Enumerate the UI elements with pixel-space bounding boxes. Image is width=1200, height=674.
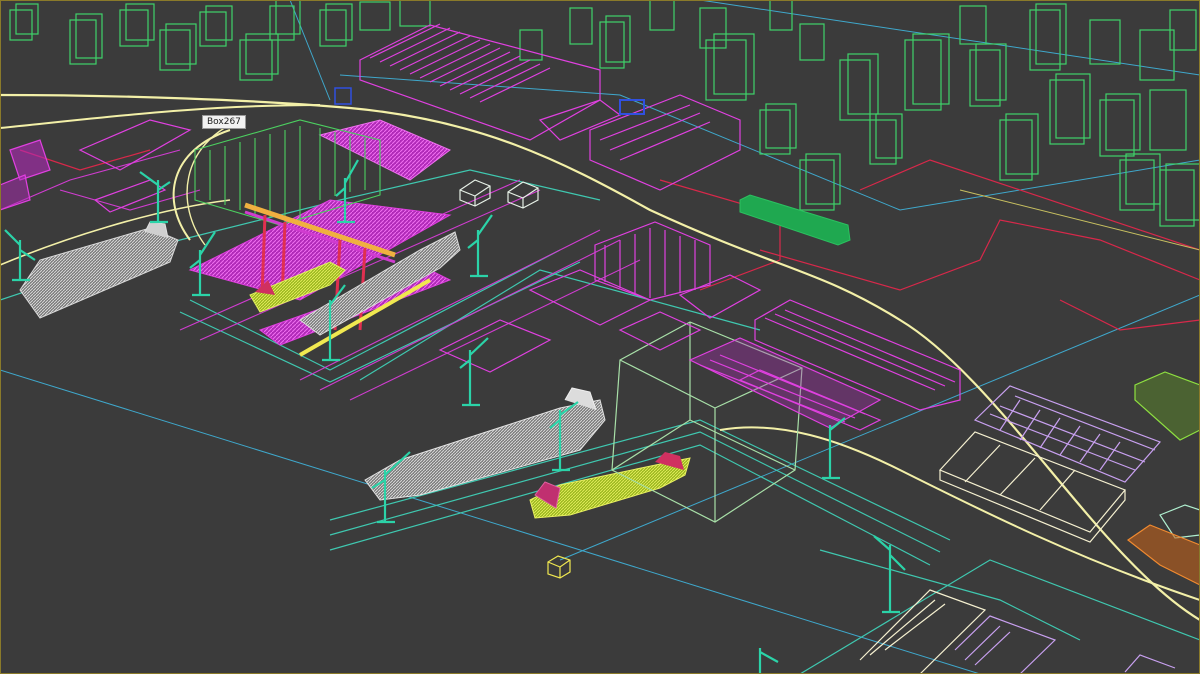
- 3d-viewport[interactable]: Box267: [0, 0, 1200, 674]
- object-tooltip: Box267: [202, 115, 246, 129]
- viewport-background: [0, 0, 1200, 674]
- wireframe-scene[interactable]: [0, 0, 1200, 674]
